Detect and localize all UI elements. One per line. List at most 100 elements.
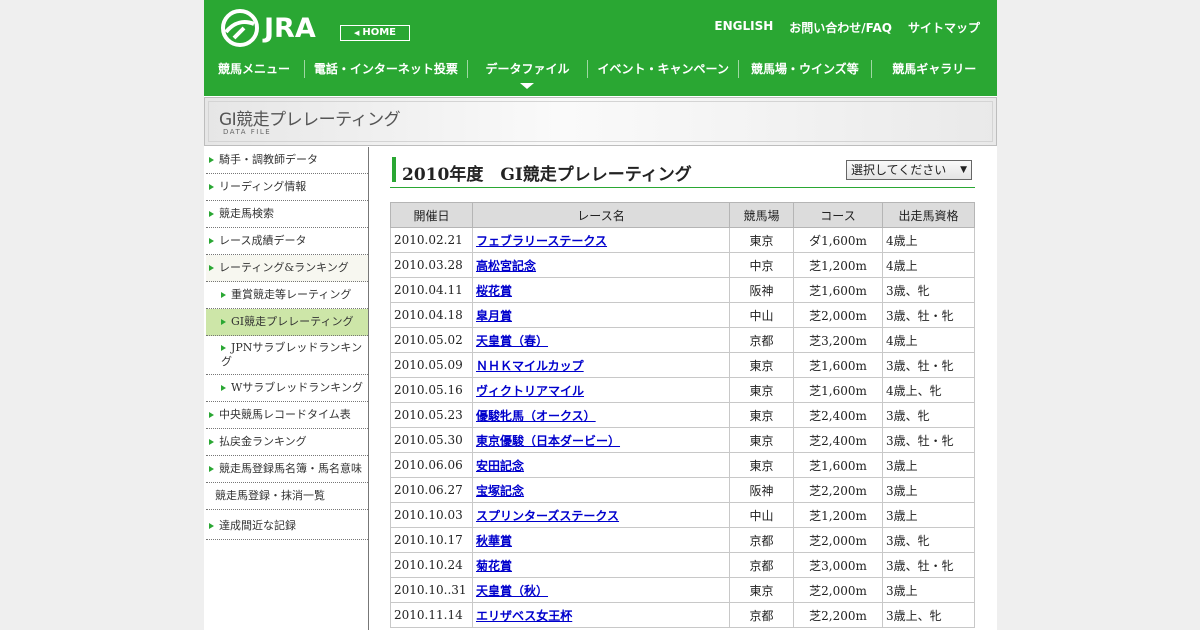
arrow-right-icon	[209, 157, 214, 163]
col-header-race: レース名	[472, 202, 730, 228]
table-row: 2010.05.09 ＮＨＫマイルカップ 東京 芝1,600m 3歳、牡・牝	[390, 352, 975, 378]
cell-distance: 芝3,000m	[793, 552, 883, 578]
cell-date: 2010.10.24	[390, 552, 473, 578]
year-select[interactable]: 選択してください ▼	[846, 160, 972, 180]
sidebar-item-jpn-ranking[interactable]: JPNサラブレッドランキング	[206, 336, 368, 375]
cell-eligibility: 3歳、牝	[882, 527, 975, 553]
race-link[interactable]: フェブラリーステークス	[476, 234, 607, 248]
race-link[interactable]: エリザベス女王杯	[476, 609, 572, 623]
caret-left-icon: ◀	[353, 29, 360, 37]
race-link[interactable]: 東京優駿（日本ダービー）	[476, 434, 620, 448]
table-row: 2010.10.03 スプリンターズステークス 中山 芝1,200m 3歳上	[390, 502, 975, 528]
race-link[interactable]: スプリンターズステークス	[476, 509, 619, 523]
sidebar-item-label: レース成績データ	[219, 234, 307, 247]
cell-venue: 東京	[729, 227, 794, 253]
home-button[interactable]: ◀ HOME	[340, 25, 410, 41]
sidebar-item-g1-prerating[interactable]: GI競走プレレーティング	[206, 309, 368, 336]
sidebar-item-near-records[interactable]: 達成間近な記録	[206, 510, 368, 540]
cell-distance: 芝2,200m	[793, 602, 883, 628]
cell-venue: 東京	[729, 452, 794, 478]
race-link[interactable]: 菊花賞	[476, 559, 512, 573]
sidebar-item-race-results[interactable]: レース成績データ	[206, 228, 368, 255]
cell-venue: 東京	[729, 577, 794, 603]
race-link[interactable]: 皐月賞	[476, 309, 512, 323]
sidebar-item-jockey-trainer[interactable]: 騎手・調教師データ	[206, 147, 368, 174]
race-link[interactable]: 高松宮記念	[476, 259, 536, 273]
section-heading: 2010年度 GI競走プレレーティング 選択してください ▼	[390, 147, 975, 188]
race-link[interactable]: ＮＨＫマイルカップ	[476, 359, 584, 373]
sidebar-item-record-time[interactable]: 中央競馬レコードタイム表	[206, 402, 368, 429]
race-link[interactable]: 桜花賞	[476, 284, 512, 298]
sidebar-item-label: 重賞競走等レーティング	[231, 288, 352, 301]
cell-eligibility: 3歳上	[882, 502, 975, 528]
col-header-distance: コース	[793, 202, 883, 228]
jra-logo[interactable]: JRA	[220, 8, 316, 48]
main-content: 2010年度 GI競走プレレーティング 選択してください ▼ 開催日 レース名 …	[390, 147, 975, 628]
cell-venue: 京都	[729, 602, 794, 628]
race-link[interactable]: ヴィクトリアマイル	[476, 384, 584, 398]
cell-distance: 芝3,200m	[793, 327, 883, 353]
sidebar-menu: 騎手・調教師データ リーディング情報 競走馬検索 レース成績データ レーティング…	[206, 147, 368, 540]
cell-race-name: 宝塚記念	[472, 477, 730, 503]
nav-vote[interactable]: 電話・インターネット投票	[305, 58, 467, 80]
home-label: HOME	[362, 27, 397, 38]
english-link[interactable]: ENGLISH	[714, 19, 773, 36]
nav-data-file[interactable]: データファイル	[468, 58, 588, 89]
race-link[interactable]: 天皇賞（春）	[476, 334, 548, 348]
nav-events[interactable]: イベント・キャンペーン	[588, 58, 738, 80]
col-header-eligibility: 出走馬資格	[882, 202, 975, 228]
sidebar-item-world-ranking[interactable]: Wサラブレッドランキング	[206, 375, 368, 402]
sidebar-item-horse-search[interactable]: 競走馬検索	[206, 201, 368, 228]
nav-gallery[interactable]: 競馬ギャラリー	[872, 58, 997, 80]
race-link[interactable]: 天皇賞（秋）	[476, 584, 548, 598]
cell-distance: 芝2,400m	[793, 427, 883, 453]
race-link[interactable]: 宝塚記念	[476, 484, 524, 498]
sidebar-item-payout-ranking[interactable]: 払戻金ランキング	[206, 429, 368, 456]
cell-race-name: エリザベス女王杯	[472, 602, 730, 628]
cell-distance: 芝2,000m	[793, 527, 883, 553]
cell-eligibility: 4歳上、牝	[882, 377, 975, 403]
cell-distance: ダ1,600m	[793, 227, 883, 253]
cell-venue: 阪神	[729, 477, 794, 503]
sitemap-link[interactable]: サイトマップ	[908, 19, 980, 36]
cell-eligibility: 3歳、牡・牝	[882, 302, 975, 328]
cell-distance: 芝2,000m	[793, 577, 883, 603]
race-link[interactable]: 優駿牝馬（オークス）	[476, 409, 596, 423]
sidebar-item-registration-list[interactable]: 競走馬登録・抹消一覧	[206, 483, 368, 510]
logo-text: JRA	[264, 12, 316, 44]
nav-racecourses[interactable]: 競馬場・ウインズ等	[739, 58, 870, 80]
table-row: 2010.04.18 皐月賞 中山 芝2,000m 3歳、牡・牝	[390, 302, 975, 328]
table-row: 2010.05.16 ヴィクトリアマイル 東京 芝1,600m 4歳上、牝	[390, 377, 975, 403]
table-header-row: 開催日 レース名 競馬場 コース 出走馬資格	[390, 202, 975, 228]
cell-venue: 中山	[729, 502, 794, 528]
nav-keiba-menu[interactable]: 競馬メニュー	[204, 58, 304, 80]
cell-venue: 東京	[729, 352, 794, 378]
cell-date: 2010.03.28	[390, 252, 473, 278]
sidebar-item-label: 競走馬検索	[219, 207, 274, 220]
arrow-right-icon	[221, 345, 226, 351]
table-row: 2010.10.24 菊花賞 京都 芝3,000m 3歳、牡・牝	[390, 552, 975, 578]
sidebar-item-leading[interactable]: リーディング情報	[206, 174, 368, 201]
col-header-course-venue: 競馬場	[729, 202, 794, 228]
cell-date: 2010.05.23	[390, 402, 473, 428]
sidebar-item-rating-ranking[interactable]: レーティング&ランキング	[206, 255, 368, 282]
table-row: 2010.05.02 天皇賞（春） 京都 芝3,200m 4歳上	[390, 327, 975, 353]
cell-race-name: 天皇賞（秋）	[472, 577, 730, 603]
cell-race-name: 安田記念	[472, 452, 730, 478]
cell-eligibility: 3歳、牝	[882, 277, 975, 303]
table-row: 2010.06.06 安田記念 東京 芝1,600m 3歳上	[390, 452, 975, 478]
cell-distance: 芝1,200m	[793, 502, 883, 528]
race-link[interactable]: 秋華賞	[476, 534, 512, 548]
cell-eligibility: 3歳上	[882, 452, 975, 478]
cell-eligibility: 3歳上	[882, 577, 975, 603]
faq-link[interactable]: お問い合わせ/FAQ	[789, 19, 892, 36]
race-link[interactable]: 安田記念	[476, 459, 524, 473]
arrow-right-icon	[209, 211, 214, 217]
cell-date: 2010.05.09	[390, 352, 473, 378]
arrow-right-icon	[209, 523, 214, 529]
sidebar-item-horse-names[interactable]: 競走馬登録馬名簿・馬名意味	[206, 456, 368, 483]
arrow-right-icon	[209, 238, 214, 244]
sidebar-item-graded-rating[interactable]: 重賞競走等レーティング	[206, 282, 368, 309]
sidebar-item-label: リーディング情報	[219, 180, 307, 193]
heading-accent-bar	[392, 157, 396, 182]
